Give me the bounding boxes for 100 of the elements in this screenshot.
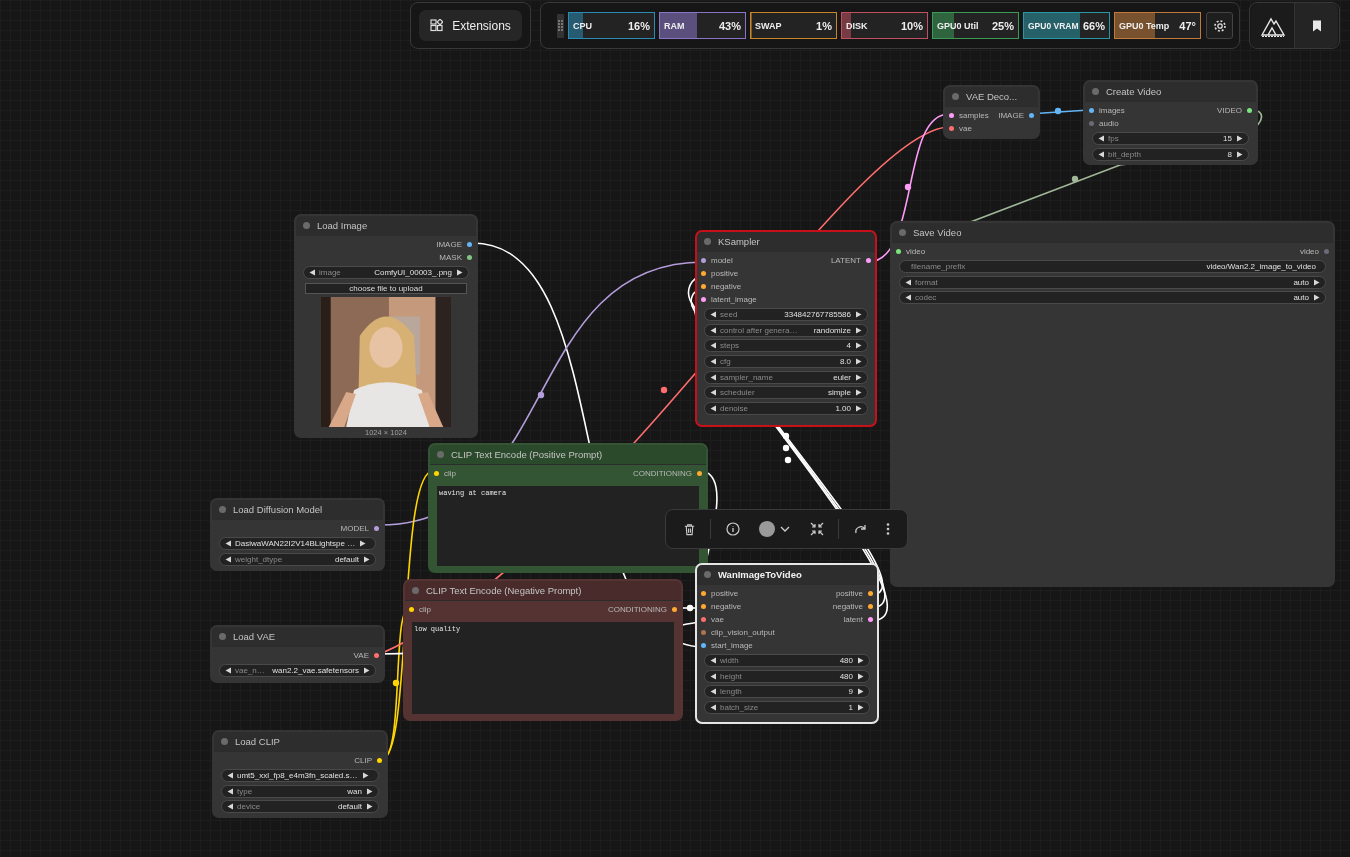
node-header[interactable]: Load Image	[296, 216, 476, 236]
socket-icon[interactable]	[467, 255, 472, 260]
socket-icon[interactable]	[434, 471, 439, 476]
socket-icon[interactable]	[701, 630, 706, 635]
node-card[interactable]: WanImageToVideo positive positive negative negative vae latent clip_vision_output start_image width 480 height 480 length 9 batch_size 1	[695, 563, 879, 724]
node-card[interactable]: Load Diffusion Model MODEL DasiwaWAN22I2V14BLightspe … weight_dtype default	[210, 498, 385, 571]
output-slot[interactable]: LATENT	[826, 256, 875, 265]
node-card[interactable]: Load CLIP CLIP umt5_xxl_fp8_e4m3fn_scaled.s… type wan device default	[212, 730, 388, 818]
input-slot[interactable]: negative	[697, 602, 746, 611]
link-midpoint-dot[interactable]	[660, 386, 668, 394]
node-header[interactable]: CLIP Text Encode (Positive Prompt)	[430, 445, 706, 465]
collapse-dot-icon[interactable]	[303, 222, 310, 229]
socket-icon[interactable]	[672, 607, 677, 612]
input-slot[interactable]: vae	[945, 124, 976, 133]
widget-field[interactable]: steps 4	[704, 339, 868, 353]
output-slot[interactable]: IMAGE	[994, 111, 1038, 120]
increment-icon[interactable]	[1236, 135, 1243, 142]
collapse-dot-icon[interactable]	[1092, 88, 1099, 95]
socket-icon[interactable]	[701, 271, 706, 276]
node-header[interactable]: CLIP Text Encode (Negative Prompt)	[405, 581, 681, 601]
widget-field[interactable]: type wan	[221, 784, 379, 798]
link-midpoint-dot[interactable]	[1071, 175, 1079, 183]
increment-icon[interactable]	[857, 657, 864, 664]
node-header[interactable]: Load CLIP	[214, 732, 386, 752]
link-midpoint-dot[interactable]	[904, 183, 912, 191]
output-slot[interactable]: MASK	[435, 253, 476, 262]
output-slot[interactable]: CONDITIONING	[603, 605, 681, 614]
node-header[interactable]: VAE Deco...	[945, 87, 1038, 107]
widget-field[interactable]: bit_depth 8	[1092, 147, 1249, 161]
widget-field[interactable]: image ComfyUI_00003_.png	[303, 266, 469, 279]
input-slot[interactable]: samples	[945, 111, 993, 120]
socket-icon[interactable]	[409, 607, 414, 612]
node-card[interactable]: Load VAE VAE vae_n… wan2.2_vae.safetensors	[210, 625, 385, 683]
widget-field[interactable]: seed 334842767785586	[704, 308, 868, 321]
extensions-button[interactable]: Extensions	[419, 10, 522, 41]
node-card[interactable]: Create Video images VIDEO audio fps 15 bit_depth 8	[1083, 80, 1258, 165]
collapse-dot-icon[interactable]	[221, 738, 228, 745]
socket-icon[interactable]	[701, 284, 706, 289]
widget-field[interactable]: height 480	[704, 669, 870, 683]
output-slot[interactable]: VAE	[349, 651, 383, 660]
socket-icon[interactable]	[949, 126, 954, 131]
output-slot[interactable]: CONDITIONING	[628, 469, 706, 478]
collapse-dot-icon[interactable]	[899, 229, 906, 236]
decrement-icon[interactable]	[710, 657, 717, 664]
socket-icon[interactable]	[701, 617, 706, 622]
node-card[interactable]: KSampler model LATENT positive negative latent_image seed 334842767785586 control after genera… randomize steps 4 cfg 8.0 sampler_name euler scheduler simple denoise 1.00	[695, 230, 877, 427]
collapse-dot-icon[interactable]	[704, 571, 711, 578]
collapse-dot-icon[interactable]	[219, 633, 226, 640]
socket-icon[interactable]	[701, 643, 706, 648]
decrement-icon[interactable]	[227, 772, 234, 779]
increment-icon[interactable]	[855, 311, 862, 318]
socket-icon[interactable]	[701, 604, 706, 609]
socket-icon[interactable]	[377, 758, 382, 763]
socket-icon[interactable]	[467, 242, 472, 247]
socket-icon[interactable]	[701, 591, 706, 596]
output-slot[interactable]: MODEL	[336, 524, 383, 533]
socket-icon[interactable]	[374, 653, 379, 658]
widget-field[interactable]: DasiwaWAN22I2V14BLightspe …	[219, 537, 376, 550]
node-card[interactable]: Save Video video video filename_prefix video/Wan2.2_image_to_video format auto codec auto	[890, 221, 1335, 587]
node-header[interactable]: WanImageToVideo	[697, 565, 877, 585]
output-slot[interactable]: positive	[831, 589, 877, 598]
socket-icon[interactable]	[896, 249, 901, 254]
decrement-icon[interactable]	[225, 667, 232, 674]
link-midpoint-dot[interactable]	[782, 432, 790, 440]
input-slot[interactable]: clip	[405, 605, 435, 614]
widget-field[interactable]: format auto	[899, 275, 1326, 289]
node-header[interactable]: KSampler	[697, 232, 875, 252]
socket-icon[interactable]	[868, 591, 873, 596]
input-slot[interactable]: images	[1085, 106, 1129, 115]
socket-icon[interactable]	[866, 258, 871, 263]
widget-field[interactable]: umt5_xxl_fp8_e4m3fn_scaled.s…	[221, 769, 379, 782]
output-slot[interactable]: latent	[839, 615, 877, 624]
input-slot[interactable]: latent_image	[697, 295, 761, 304]
input-slot[interactable]: clip	[430, 469, 460, 478]
socket-icon[interactable]	[868, 604, 873, 609]
socket-icon[interactable]	[697, 471, 702, 476]
widget-field[interactable]: width 480	[704, 654, 870, 667]
link-midpoint-dot[interactable]	[537, 391, 545, 399]
input-slot[interactable]: start_image	[697, 641, 757, 650]
collapse-dot-icon[interactable]	[437, 451, 444, 458]
widget-field[interactable]: control after genera… randomize	[704, 323, 868, 337]
node-header[interactable]: Save Video	[892, 223, 1333, 243]
widget-field[interactable]: denoise 1.00	[704, 402, 868, 416]
upload-button[interactable]: choose file to upload	[305, 283, 467, 294]
input-slot[interactable]: vae	[697, 615, 728, 624]
socket-icon[interactable]	[1089, 108, 1094, 113]
widget-field[interactable]: cfg 8.0	[704, 355, 868, 369]
output-slot[interactable]: VIDEO	[1213, 106, 1256, 115]
widget-field[interactable]: codec auto	[899, 291, 1326, 305]
socket-icon[interactable]	[868, 617, 873, 622]
link-midpoint-dot[interactable]	[1054, 107, 1062, 115]
logo-button[interactable]	[1251, 3, 1294, 48]
link-midpoint-dot[interactable]	[392, 679, 400, 687]
socket-icon[interactable]	[701, 258, 706, 263]
text-field[interactable]: filename_prefix video/Wan2.2_image_to_video	[899, 260, 1326, 273]
bookmark-button[interactable]	[1294, 3, 1338, 48]
increment-icon[interactable]	[363, 667, 370, 674]
widget-field[interactable]: scheduler simple	[704, 386, 868, 400]
node-header[interactable]: Create Video	[1085, 82, 1256, 102]
node-card[interactable]: VAE Deco... samples IMAGE vae	[943, 85, 1040, 139]
